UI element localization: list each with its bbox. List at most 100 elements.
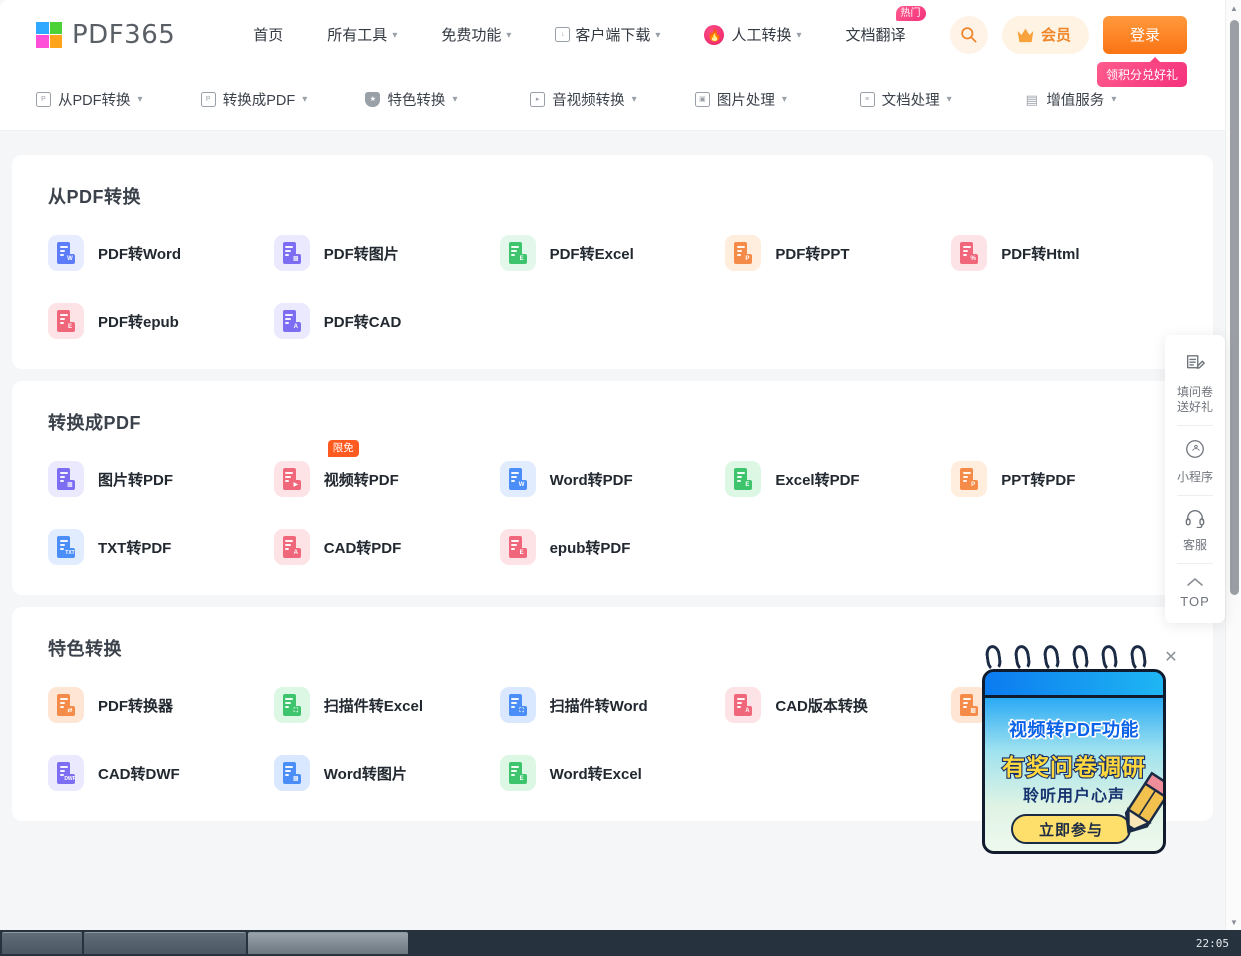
tool-cad-to-dwf[interactable]: DWF CAD转DWF [48, 755, 274, 791]
tool-ppt-to-pdf[interactable]: P PPT转PDF [951, 461, 1177, 497]
tool-epub-to-pdf[interactable]: E epub转PDF [499, 529, 726, 565]
section-to-pdf: 转换成PDF ▩ 图片转PDF ▶ 视频转PDF 限免 W Word转PDF E… [12, 381, 1213, 595]
nav-label: 人工转换 [731, 27, 792, 44]
chevron-down-icon: ▾ [506, 29, 512, 41]
tool-scan-to-excel[interactable]: ⛶ 扫描件转Excel [273, 687, 500, 723]
section-from-pdf: 从PDF转换 W PDF转Word ▩ PDF转图片 E PDF转Excel P… [12, 155, 1213, 369]
vip-button[interactable]: 会员 [1001, 15, 1089, 54]
file-icon: ▶ [273, 461, 310, 497]
file-icon: E [499, 529, 536, 565]
tool-word-to-excel[interactable]: E Word转Excel [499, 755, 726, 791]
tool-image-to-pdf[interactable]: ▩ 图片转PDF [48, 461, 274, 497]
tool-cad-version-convert[interactable]: A CAD版本转换 [725, 687, 951, 723]
tool-txt-to-pdf[interactable]: TXT TXT转PDF [48, 529, 274, 565]
tool-cad-to-pdf[interactable]: A CAD转PDF [273, 529, 500, 565]
tool-label: CAD版本转换 [775, 697, 868, 715]
nav-item-client-download[interactable]: ↓ 客户端下载 ▾ [533, 15, 682, 55]
subnav-label: 图片处理 [716, 93, 775, 109]
search-icon [961, 27, 977, 43]
subnav-label: 增值服务 [1046, 93, 1105, 109]
tool-pdf-to-excel[interactable]: E PDF转Excel [499, 235, 726, 271]
subnav-label: 音视频转换 [552, 93, 625, 109]
tool-word-to-image[interactable]: ▩ Word转图片 [273, 755, 500, 791]
subnav-item-from-pdf[interactable]: P 从PDF转换 ▾ [36, 89, 201, 110]
section-title: 转换成PDF [48, 413, 141, 433]
scroll-down-arrow-icon[interactable]: ▼ [1226, 914, 1241, 930]
tool-label: PDF转PPT [775, 245, 850, 263]
site-header: PDF365 首页 所有工具 ▾ 免费功能 ▾ ↓ 客户端下载 ▾ 🔥 人工转换 [0, 0, 1225, 87]
tool-label: epub转PDF [549, 539, 631, 557]
file-icon: A [273, 529, 310, 565]
floatbar-item-miniapp[interactable]: 小程序 [1165, 426, 1225, 495]
tool-pdf-to-epub[interactable]: E PDF转epub [48, 303, 274, 339]
file-icon: E [499, 235, 536, 271]
tool-pdf-to-ppt[interactable]: P PDF转PPT [725, 235, 951, 271]
subnav-item-image[interactable]: ▣ 图片处理 ▾ [694, 89, 860, 110]
tool-pdf-to-image[interactable]: ▩ PDF转图片 [273, 235, 500, 271]
tool-label: CAD转DWF [98, 765, 180, 783]
subnav-item-to-pdf[interactable]: P 转换成PDF ▾ [200, 89, 366, 110]
subnav-label: 文档处理 [881, 93, 940, 109]
chevron-down-icon: ▾ [1111, 94, 1117, 105]
taskbar-window-1[interactable] [2, 932, 82, 954]
ring-icon [1100, 644, 1119, 672]
nav-item-home[interactable]: 首页 [231, 15, 305, 55]
tool-video-to-pdf[interactable]: ▶ 视频转PDF 限免 [273, 440, 500, 497]
subnav-item-value-added[interactable]: ▤ 增值服务 ▾ [1024, 89, 1189, 110]
nav-item-manual-conversion[interactable]: 🔥 人工转换 ▾ [682, 15, 823, 55]
image-icon: ▣ [694, 92, 710, 107]
tool-pdf-to-html[interactable]: % PDF转Html [951, 235, 1177, 271]
list-icon: ▤ [1025, 92, 1038, 107]
tool-label: PDF转Word [98, 245, 182, 263]
tool-label: PDF转CAD [323, 313, 402, 331]
floatbar-label-line1: TOP [1180, 594, 1210, 609]
subnav-item-featured[interactable]: ★ 特色转换 ▾ [365, 89, 530, 110]
tool-grid: W PDF转Word ▩ PDF转图片 E PDF转Excel P PDF转PP… [48, 235, 1177, 339]
right-float-bar: 填问卷 送好礼 小程序 客服 TOP [1165, 335, 1225, 623]
tool-label: Word转PDF [549, 471, 633, 489]
nav-item-all-tools[interactable]: 所有工具 ▾ [305, 15, 419, 55]
file-icon: % [951, 235, 988, 271]
file-icon: ▩ [273, 235, 310, 271]
tool-scan-to-word[interactable]: ⛶ 扫描件转Word [499, 687, 726, 723]
login-button[interactable]: 登录 [1103, 15, 1187, 54]
tool-excel-to-pdf[interactable]: E Excel转PDF [725, 461, 951, 497]
file-icon: TXT [48, 529, 84, 565]
promo-line1: 视频转PDF功能 [1009, 720, 1139, 740]
miniapp-icon [1184, 438, 1206, 464]
tool-label: Word转图片 [323, 765, 407, 783]
subnav-item-media[interactable]: ▸ 音视频转换 ▾ [530, 89, 695, 110]
taskbar-window-2[interactable] [84, 932, 246, 954]
promo-popup[interactable]: ✕ 视频转PDF功能 有奖问卷调研 聆听用户心声 立即参与 [976, 644, 1178, 860]
site-logo[interactable]: PDF365 [36, 20, 175, 50]
floatbar-label-line1: 填问卷 [1176, 385, 1213, 399]
nav-item-free-features[interactable]: 免费功能 ▾ [419, 15, 533, 55]
page-scrollbar[interactable]: ▲ ▼ [1225, 0, 1241, 930]
logo-text: PDF365 [72, 19, 176, 50]
taskbar-window-3[interactable] [248, 932, 408, 954]
logo-squares-icon [36, 21, 62, 48]
os-taskbar: 22:05 [0, 930, 1241, 956]
tool-pdf-converter[interactable]: ⇄ PDF转换器 [48, 687, 274, 723]
file-icon: W [48, 235, 84, 271]
subnav-label: 特色转换 [387, 93, 446, 109]
browser-viewport: PDF365 首页 所有工具 ▾ 免费功能 ▾ ↓ 客户端下载 ▾ 🔥 人工转换 [0, 0, 1241, 956]
tool-pdf-to-word[interactable]: W PDF转Word [48, 235, 274, 271]
search-button[interactable] [949, 15, 988, 54]
floatbar-item-support[interactable]: 客服 [1165, 496, 1225, 563]
subnav-item-document[interactable]: ≡ 文档处理 ▾ [859, 89, 1025, 110]
subnav-label: 从PDF转换 [58, 93, 131, 109]
ring-icon [1013, 644, 1032, 672]
nav-item-document-translate[interactable]: 文档翻译 热门 [823, 5, 927, 55]
promo-card: 视频转PDF功能 有奖问卷调研 聆听用户心声 立即参与 [982, 669, 1166, 854]
scroll-up-arrow-icon[interactable]: ▲ [1226, 0, 1241, 16]
floatbar-item-survey[interactable]: 填问卷 送好礼 [1165, 341, 1225, 425]
tool-word-to-pdf[interactable]: W Word转PDF [499, 461, 726, 497]
floatbar-item-back-to-top[interactable]: TOP [1165, 564, 1225, 619]
tool-pdf-to-cad[interactable]: A PDF转CAD [273, 303, 500, 339]
chevron-down-icon: ▾ [631, 94, 637, 105]
header-actions: 会员 登录 [949, 15, 1225, 54]
scrollbar-thumb[interactable] [1229, 20, 1239, 595]
tool-label: 图片转PDF [98, 471, 174, 489]
limited-free-badge: 限免 [327, 440, 359, 457]
